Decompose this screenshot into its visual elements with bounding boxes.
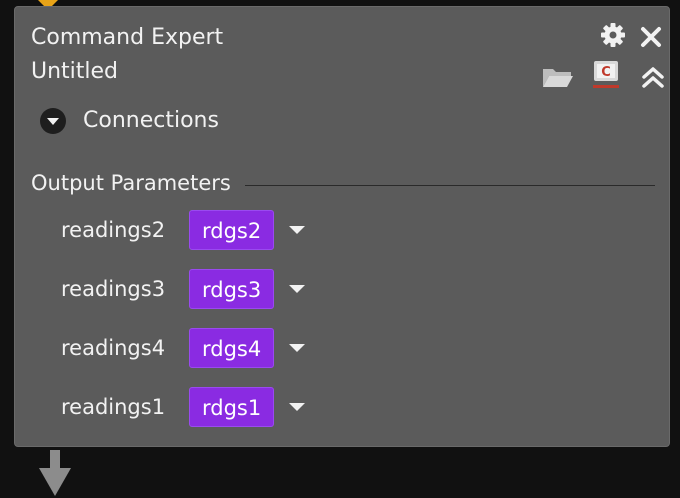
section-title: Output Parameters	[31, 171, 231, 195]
folder-icon[interactable]	[541, 65, 575, 89]
double-chevron-up-icon[interactable]	[639, 63, 667, 91]
connections-label: Connections	[83, 108, 219, 133]
section-divider	[244, 184, 655, 186]
param-label: readings4	[61, 336, 166, 360]
caret-down-icon[interactable]	[288, 224, 306, 236]
param-label: readings1	[61, 395, 166, 419]
caret-down-icon[interactable]	[288, 283, 306, 295]
connections-toggle[interactable]: Connections	[39, 107, 219, 135]
gear-icon[interactable]	[599, 21, 627, 49]
node-subtitle: Untitled	[31, 59, 119, 84]
caret-down-icon[interactable]	[288, 401, 306, 413]
output-connector-icon[interactable]	[38, 450, 72, 498]
param-variable-chip[interactable]: rdgs3	[189, 269, 275, 309]
output-parameters-list: readings2 rdgs2 readings3 rdgs3 readings…	[61, 209, 306, 445]
close-icon[interactable]	[639, 25, 663, 49]
param-variable-chip[interactable]: rdgs2	[189, 210, 275, 250]
command-expert-node: Command Expert Untitled C Connections Ou…	[14, 6, 670, 447]
param-variable-chip[interactable]: rdgs4	[189, 328, 275, 368]
param-row: readings3 rdgs3	[61, 268, 306, 310]
svg-text:C: C	[601, 65, 611, 80]
param-row: readings2 rdgs2	[61, 209, 306, 251]
caret-down-icon[interactable]	[288, 342, 306, 354]
param-variable-chip[interactable]: rdgs1	[189, 387, 275, 427]
param-row: readings4 rdgs4	[61, 327, 306, 369]
instrument-icon[interactable]: C	[589, 57, 623, 91]
node-title: Command Expert	[31, 25, 224, 50]
param-row: readings1 rdgs1	[61, 386, 306, 428]
param-label: readings3	[61, 277, 166, 301]
param-label: readings2	[61, 218, 166, 242]
chevron-down-disc-icon[interactable]	[39, 107, 67, 135]
output-parameters-header: Output Parameters	[31, 169, 655, 197]
